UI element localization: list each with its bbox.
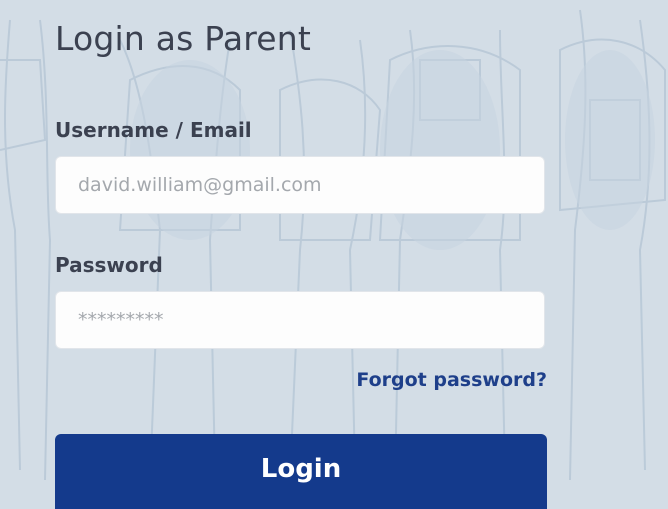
username-label: Username / Email (55, 118, 252, 142)
login-page: Login as Parent Username / Email Passwor… (0, 0, 668, 509)
forgot-password-link[interactable]: Forgot password? (356, 369, 547, 391)
login-button[interactable]: Login (55, 434, 547, 509)
password-input[interactable] (55, 291, 545, 349)
page-title: Login as Parent (55, 19, 312, 58)
username-input[interactable] (55, 156, 545, 214)
password-label: Password (55, 253, 163, 277)
